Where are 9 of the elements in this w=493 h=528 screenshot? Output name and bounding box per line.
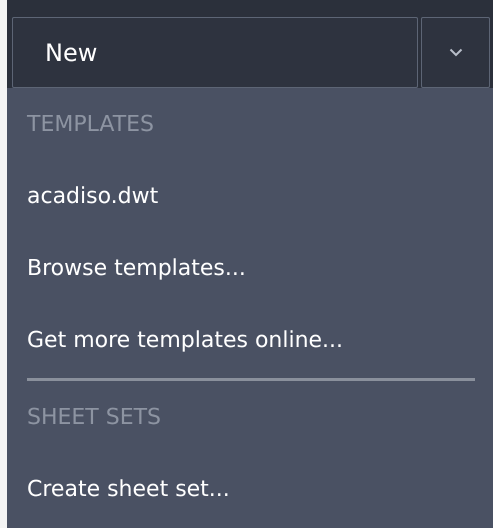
menu-item[interactable]: acadiso.dwt	[27, 160, 158, 232]
section-header: TEMPLATES	[27, 112, 154, 136]
menu-item[interactable]: Create sheet set...	[27, 453, 230, 525]
chevron-down-icon	[448, 48, 462, 57]
dropdown-button[interactable]	[421, 17, 490, 88]
section-header: SHEET SETS	[27, 404, 162, 430]
menu-item[interactable]: Get more templates online...	[27, 304, 344, 376]
new-button[interactable]: New	[12, 17, 418, 88]
menu-item[interactable]: Browse templates...	[27, 232, 246, 304]
